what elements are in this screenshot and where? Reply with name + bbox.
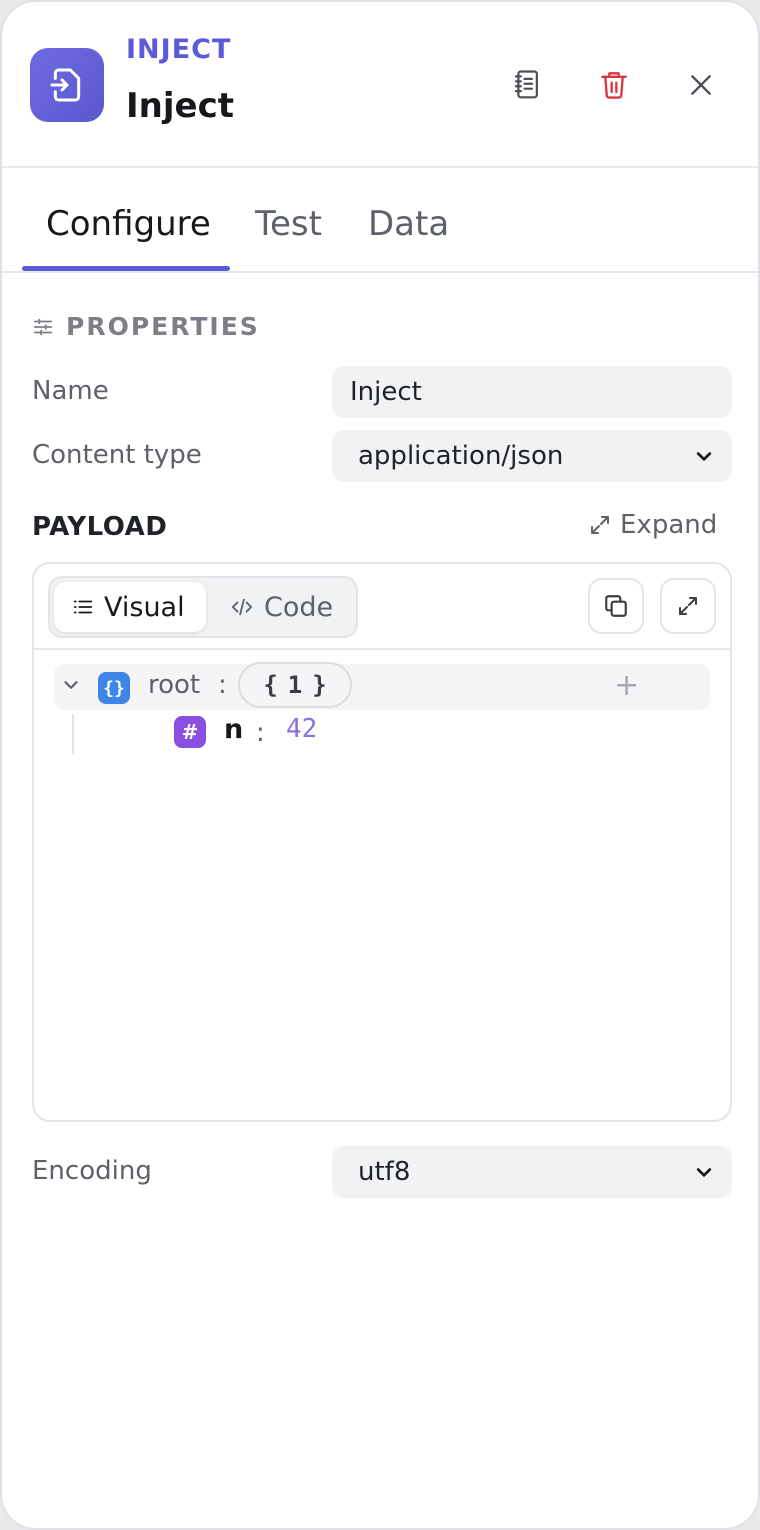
tab-configure[interactable]: Configure	[46, 204, 211, 244]
code-mode-label: Code	[264, 591, 334, 623]
child-value[interactable]: 42	[286, 714, 317, 744]
close-button[interactable]	[676, 60, 726, 110]
trash-icon	[601, 72, 627, 99]
key-separator: :	[256, 718, 265, 748]
tree-root-row[interactable]: {} root : { 1 } +	[54, 662, 710, 710]
collapse-toggle[interactable]	[60, 674, 82, 700]
tab-bar: Configure Test Data	[2, 170, 758, 273]
expand-icon	[591, 516, 609, 534]
maximize-icon	[679, 597, 697, 615]
encoding-value: utf8	[358, 1157, 411, 1187]
payload-label: PAYLOAD	[32, 512, 168, 542]
name-input[interactable]	[332, 366, 732, 418]
chevron-down-icon	[696, 1168, 712, 1177]
properties-heading: PROPERTIES	[32, 312, 260, 341]
chevron-down-icon	[64, 681, 78, 689]
close-icon	[691, 75, 711, 95]
visual-mode-button[interactable]: Visual	[54, 582, 206, 632]
number-type-icon: #	[174, 716, 206, 748]
copy-icon	[605, 595, 627, 617]
object-count: 1	[287, 671, 303, 699]
chevron-down-icon	[696, 452, 712, 461]
content-type-label: Content type	[32, 440, 202, 470]
encoding-label: Encoding	[32, 1156, 152, 1186]
expand-label: Expand	[620, 510, 718, 540]
key-separator: :	[218, 670, 227, 700]
encoding-select[interactable]: utf8	[332, 1146, 732, 1198]
tab-data[interactable]: Data	[368, 204, 449, 244]
content-type-select[interactable]: application/json	[332, 430, 732, 482]
editor-toolbar: Visual Code	[34, 564, 730, 650]
notebook-icon	[514, 70, 538, 99]
node-title: Inject	[126, 86, 234, 126]
inject-node-icon	[30, 48, 104, 122]
visual-mode-label: Visual	[104, 591, 185, 623]
notes-button[interactable]	[502, 60, 552, 110]
node-config-panel: INJECT Inject Configure Test Data PROPER…	[0, 0, 760, 1530]
node-type-label: INJECT	[126, 34, 232, 65]
active-tab-indicator	[22, 266, 230, 271]
object-type-icon: {}	[98, 672, 130, 704]
root-key[interactable]: root	[148, 670, 200, 700]
code-icon	[231, 598, 253, 616]
expand-button[interactable]: Expand	[588, 510, 717, 540]
payload-editor: Visual Code {} root: {1} + # n: 42	[32, 562, 732, 1122]
panel-header: INJECT Inject	[2, 2, 758, 168]
sliders-icon	[33, 318, 53, 335]
delete-button[interactable]	[589, 60, 639, 110]
name-label: Name	[32, 376, 109, 406]
copy-button[interactable]	[588, 578, 644, 634]
fullscreen-button[interactable]	[660, 578, 716, 634]
properties-title: PROPERTIES	[66, 312, 260, 341]
object-count-pill[interactable]: { 1 }	[238, 662, 352, 708]
list-icon	[73, 600, 93, 614]
tree-child-row[interactable]: # n : 42	[54, 710, 710, 756]
tab-test[interactable]: Test	[255, 204, 322, 244]
content-type-value: application/json	[358, 441, 564, 471]
child-key[interactable]: n	[224, 714, 243, 745]
code-mode-button[interactable]: Code	[212, 582, 352, 632]
add-property-button[interactable]: +	[614, 668, 639, 703]
mode-switch: Visual Code	[48, 576, 358, 638]
